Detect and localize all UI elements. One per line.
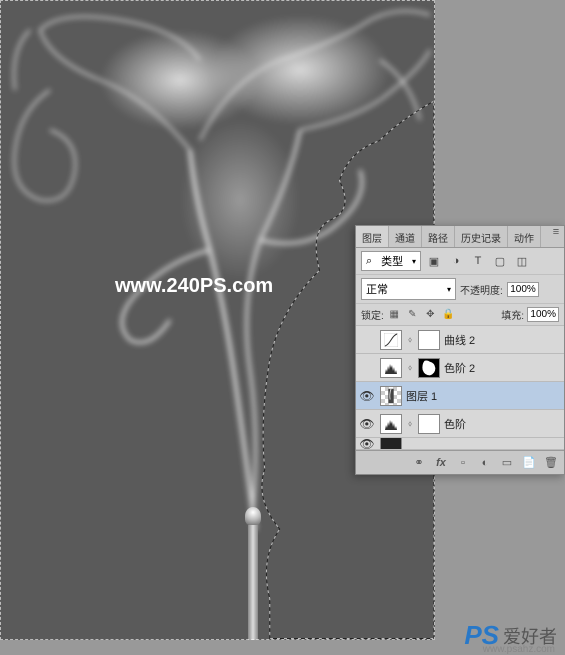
layer-row[interactable]: 👁 ⬨ 色阶: [356, 410, 564, 438]
layer-row-partial[interactable]: 👁: [356, 438, 564, 450]
search-icon: ⌕: [366, 255, 372, 268]
delete-layer-icon[interactable]: 🗑: [543, 455, 559, 471]
panel-menu-icon[interactable]: ≡: [548, 226, 564, 247]
layer-name[interactable]: 色阶: [444, 416, 466, 432]
layer-row[interactable]: ⬨ 色阶 2: [356, 354, 564, 382]
layer-thumb[interactable]: [380, 386, 402, 406]
filter-adjustment-icon[interactable]: ◑: [447, 253, 465, 269]
blend-row: 正常 ▾ 不透明度: 100%: [356, 275, 564, 304]
visibility-toggle[interactable]: 👁: [358, 387, 376, 405]
chevron-down-icon: ▾: [412, 257, 416, 266]
panel-footer: ⚭ fx ▫ ◐ ▭ 📄 🗑: [356, 450, 564, 474]
tab-paths[interactable]: 路径: [422, 226, 455, 247]
visibility-toggle[interactable]: [358, 359, 376, 377]
lock-position-icon[interactable]: ✥: [423, 308, 438, 322]
panel-tabs: 图层 通道 路径 历史记录 动作 ≡: [356, 226, 564, 248]
layer-name[interactable]: 色阶 2: [444, 360, 475, 376]
chevron-down-icon: ▾: [447, 285, 451, 294]
fill-input[interactable]: 100%: [527, 307, 559, 322]
layers-list: ⬨ 曲线 2 ⬨ 色阶 2 👁 图层 1 👁: [356, 326, 564, 450]
site-url: www.psahz.com: [483, 644, 555, 655]
layer-row[interactable]: 👁 图层 1: [356, 382, 564, 410]
lock-transparency-icon[interactable]: ▦: [387, 308, 402, 322]
layers-panel: 图层 通道 路径 历史记录 动作 ≡ ⌕ 类型 ▾ ▣ ◑ T ▢ ◫ 正常 ▾…: [355, 225, 565, 475]
filter-shape-icon[interactable]: ▢: [491, 253, 509, 269]
layer-name[interactable]: 图层 1: [406, 388, 437, 404]
lock-row: 锁定: ▦ ✎ ✥ 🔒 填充: 100%: [356, 304, 564, 326]
fill-label: 填充:: [501, 307, 524, 322]
link-icon: ⬨: [406, 363, 414, 373]
visibility-toggle[interactable]: [358, 331, 376, 349]
add-mask-icon[interactable]: ▫: [455, 455, 471, 471]
filter-kind-label: 类型: [381, 253, 403, 269]
filter-type-icon[interactable]: T: [469, 253, 487, 269]
tab-history[interactable]: 历史记录: [455, 226, 508, 247]
new-group-icon[interactable]: ▭: [499, 455, 515, 471]
layer-thumb[interactable]: [380, 438, 402, 450]
layer-mask-thumb[interactable]: [418, 414, 440, 434]
link-icon: ⬨: [406, 335, 414, 345]
new-layer-icon[interactable]: 📄: [521, 455, 537, 471]
lock-all-icon[interactable]: 🔒: [441, 308, 456, 322]
adjustment-thumb-levels[interactable]: [380, 358, 402, 378]
filter-smart-icon[interactable]: ◫: [513, 253, 531, 269]
layer-row[interactable]: ⬨ 曲线 2: [356, 326, 564, 354]
opacity-input[interactable]: 100%: [507, 282, 539, 297]
tab-channels[interactable]: 通道: [389, 226, 422, 247]
filter-pixel-icon[interactable]: ▣: [425, 253, 443, 269]
link-layers-icon[interactable]: ⚭: [411, 455, 427, 471]
adjustment-thumb-levels[interactable]: [380, 414, 402, 434]
layer-mask-thumb[interactable]: [418, 330, 440, 350]
adjustment-thumb-curves[interactable]: [380, 330, 402, 350]
opacity-label: 不透明度:: [460, 282, 503, 297]
blend-mode-value: 正常: [366, 281, 388, 297]
adjustment-layer-icon[interactable]: ◐: [477, 455, 493, 471]
tab-actions[interactable]: 动作: [508, 226, 541, 247]
lock-label: 锁定:: [361, 307, 384, 322]
fx-icon[interactable]: fx: [433, 455, 449, 471]
layer-name[interactable]: 曲线 2: [444, 332, 475, 348]
layer-filter-kind[interactable]: ⌕ 类型 ▾: [361, 251, 421, 271]
filter-row: ⌕ 类型 ▾ ▣ ◑ T ▢ ◫: [356, 248, 564, 275]
visibility-toggle[interactable]: 👁: [358, 415, 376, 433]
link-icon: ⬨: [406, 419, 414, 429]
layer-mask-thumb[interactable]: [418, 358, 440, 378]
tab-layers[interactable]: 图层: [356, 226, 389, 247]
lock-pixels-icon[interactable]: ✎: [405, 308, 420, 322]
blend-mode-select[interactable]: 正常 ▾: [361, 278, 456, 300]
visibility-toggle[interactable]: 👁: [358, 438, 376, 450]
